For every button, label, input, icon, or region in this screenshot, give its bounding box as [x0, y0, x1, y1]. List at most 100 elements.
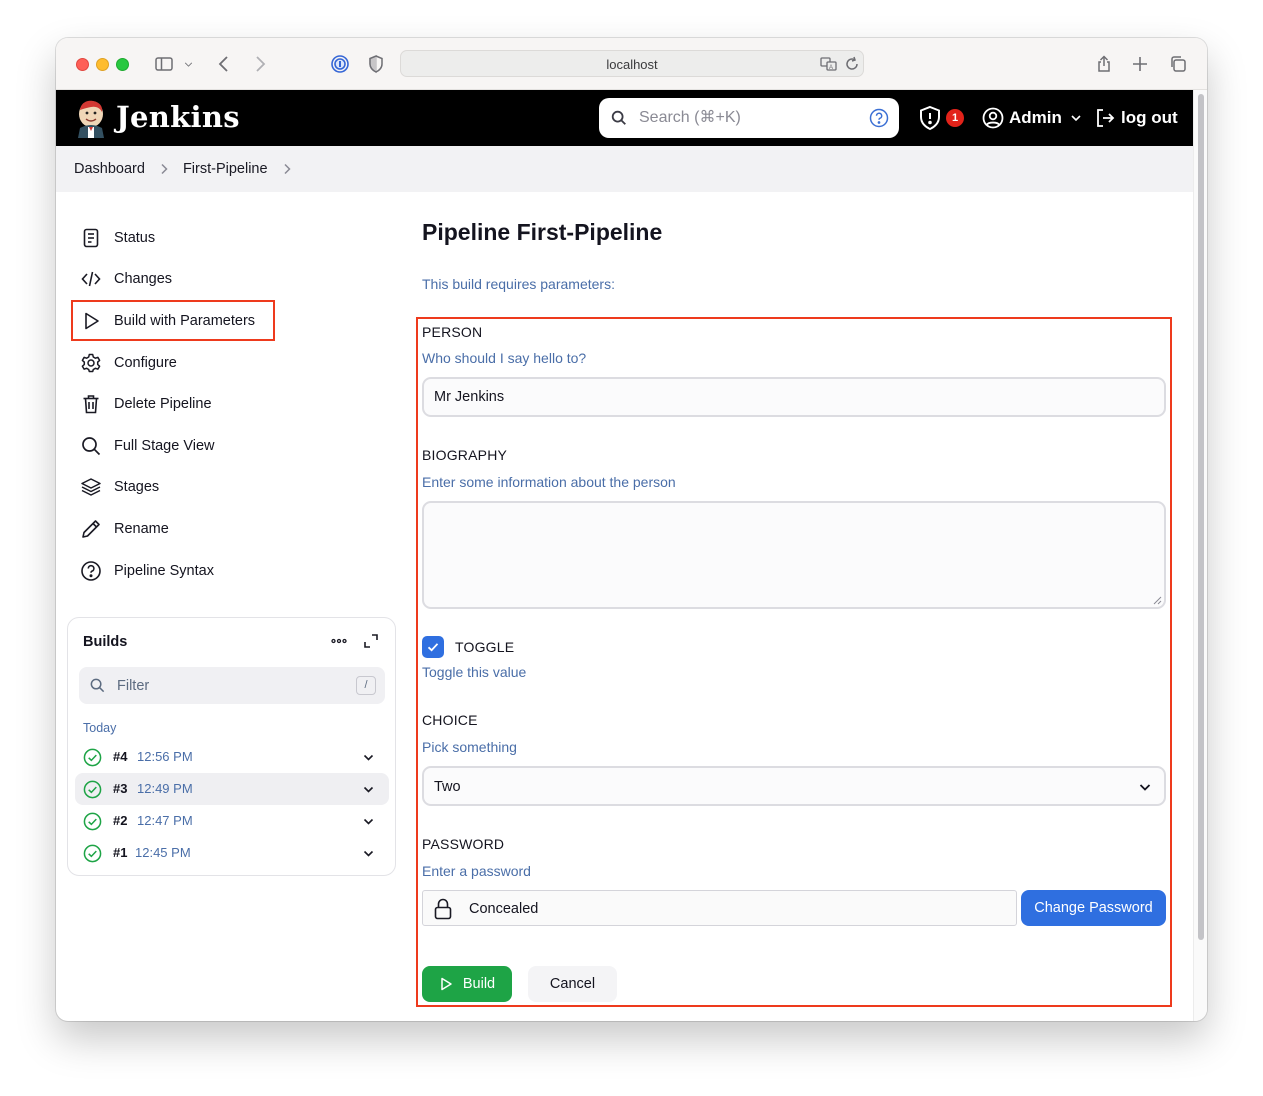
jenkins-header: Jenkins 1 Admin log out — [56, 90, 1193, 146]
sidebar-item-pipeline-syntax[interactable]: Pipeline Syntax — [80, 558, 214, 584]
build-number: #3 — [113, 781, 128, 796]
toggle-label[interactable]: TOGGLE — [455, 639, 514, 655]
alert-count-badge[interactable]: 1 — [946, 109, 964, 127]
sidebar-item-rename[interactable]: Rename — [80, 516, 169, 542]
logout-label: log out — [1121, 108, 1178, 127]
forward-icon[interactable] — [248, 52, 272, 76]
builds-widget: Builds / Today #4 12:56 PM #3 12:49 PM #… — [67, 617, 396, 876]
build-time[interactable]: 12:49 PM — [137, 781, 193, 796]
build-time[interactable]: 12:45 PM — [135, 845, 191, 860]
sidebar-item-full-stage-view[interactable]: Full Stage View — [80, 433, 214, 459]
search-help-icon[interactable] — [869, 108, 889, 128]
build-number: #4 — [113, 749, 128, 764]
browser-toolbar: localhost A — [56, 38, 1207, 90]
search-icon — [82, 437, 101, 456]
back-icon[interactable] — [212, 52, 236, 76]
reload-icon[interactable] — [842, 54, 862, 74]
search-input[interactable] — [639, 106, 859, 130]
help-icon — [81, 561, 101, 581]
minimize-window-button[interactable] — [96, 58, 109, 71]
share-icon[interactable] — [1092, 52, 1116, 76]
translate-icon[interactable]: A — [819, 54, 839, 74]
biography-label: BIOGRAPHY — [422, 447, 508, 463]
success-check-icon — [83, 780, 102, 799]
person-label: PERSON — [422, 324, 483, 340]
more-options-icon[interactable] — [330, 632, 348, 650]
search-icon — [611, 110, 626, 125]
zoom-window-button[interactable] — [116, 58, 129, 71]
build-time[interactable]: 12:56 PM — [137, 749, 193, 764]
search-box[interactable] — [599, 98, 899, 138]
address-bar[interactable]: localhost A — [400, 50, 864, 77]
sidebar-item-status[interactable]: Status — [80, 225, 155, 251]
svg-text:A: A — [829, 65, 833, 71]
choice-select[interactable]: Two — [422, 766, 1166, 806]
new-tab-icon[interactable] — [1128, 52, 1152, 76]
sidebar-item-label: Full Stage View — [114, 438, 215, 454]
filter-input[interactable] — [117, 676, 337, 696]
build-number: #2 — [113, 813, 128, 828]
build-row[interactable]: #4 12:56 PM — [75, 741, 389, 773]
sidebar-item-configure[interactable]: Configure — [80, 350, 177, 376]
lock-icon — [434, 898, 452, 920]
address-text: localhost — [606, 57, 658, 72]
sidebar-item-stages[interactable]: Stages — [80, 474, 159, 500]
sidebar-toggle-icon[interactable] — [152, 52, 176, 76]
chevron-down-icon[interactable] — [362, 783, 375, 796]
scrollbar-thumb[interactable] — [1198, 94, 1204, 940]
sidebar-item-label: Changes — [114, 271, 173, 287]
code-icon — [81, 271, 101, 287]
tab-overview-icon[interactable] — [1166, 52, 1190, 76]
sidebar-item-delete-pipeline[interactable]: Delete Pipeline — [80, 391, 212, 417]
builds-filter[interactable]: / — [79, 667, 385, 704]
expand-icon[interactable] — [362, 632, 380, 650]
close-window-button[interactable] — [76, 58, 89, 71]
builds-title: Builds — [83, 634, 128, 650]
toggle-checkbox[interactable] — [422, 636, 444, 658]
chevron-down-icon — [1071, 115, 1081, 122]
chevron-down-icon[interactable] — [362, 847, 375, 860]
breadcrumb-first-pipeline[interactable]: First-Pipeline — [183, 161, 268, 177]
chevron-down-icon[interactable] — [180, 52, 196, 76]
privacy-shield-icon[interactable] — [364, 52, 388, 76]
logout-link[interactable]: log out — [1094, 106, 1178, 130]
resize-grip-icon[interactable] — [1152, 595, 1162, 605]
breadcrumb-dashboard[interactable]: Dashboard — [74, 161, 145, 177]
layers-icon — [81, 478, 101, 496]
chevron-down-icon[interactable] — [362, 815, 375, 828]
sidebar-item-label: Status — [114, 230, 156, 246]
password-field: Concealed — [422, 890, 1017, 926]
biography-textarea[interactable] — [422, 501, 1166, 609]
cancel-button[interactable]: Cancel — [528, 966, 617, 1002]
highlight-frame — [71, 300, 275, 341]
chevron-down-icon — [1139, 784, 1151, 791]
user-menu[interactable]: Admin — [982, 106, 1082, 130]
build-row[interactable]: #3 12:49 PM — [75, 773, 389, 805]
chevron-down-icon[interactable] — [362, 751, 375, 764]
toggle-description: Toggle this value — [422, 664, 527, 680]
person-input[interactable] — [422, 377, 1166, 417]
build-row[interactable]: #1 12:45 PM — [75, 837, 389, 869]
sidebar-item-changes[interactable]: Changes — [80, 266, 172, 292]
page-scrollbar[interactable] — [1193, 90, 1207, 1021]
chevron-right-icon[interactable] — [280, 162, 294, 176]
document-icon — [83, 228, 99, 248]
build-button[interactable]: Build — [422, 966, 512, 1002]
jenkins-brand[interactable]: Jenkins — [116, 100, 240, 134]
choice-label: CHOICE — [422, 712, 478, 728]
security-alert-icon[interactable] — [918, 105, 942, 131]
builds-group-label: Today — [83, 721, 117, 735]
breadcrumb: Dashboard First-Pipeline — [56, 146, 1193, 192]
chevron-right-icon — [161, 163, 168, 175]
person-description: Who should I say hello to? — [422, 350, 587, 366]
change-password-button[interactable]: Change Password — [1021, 890, 1166, 926]
sidebar-item-label: Stages — [114, 479, 160, 495]
choice-description: Pick something — [422, 739, 517, 755]
checkmark-icon — [427, 643, 439, 652]
success-check-icon — [83, 844, 102, 863]
user-name: Admin — [1009, 108, 1062, 127]
build-row[interactable]: #2 12:47 PM — [75, 805, 389, 837]
password-manager-icon[interactable] — [328, 52, 352, 76]
jenkins-logo-icon[interactable] — [74, 98, 108, 138]
build-time[interactable]: 12:47 PM — [137, 813, 193, 828]
